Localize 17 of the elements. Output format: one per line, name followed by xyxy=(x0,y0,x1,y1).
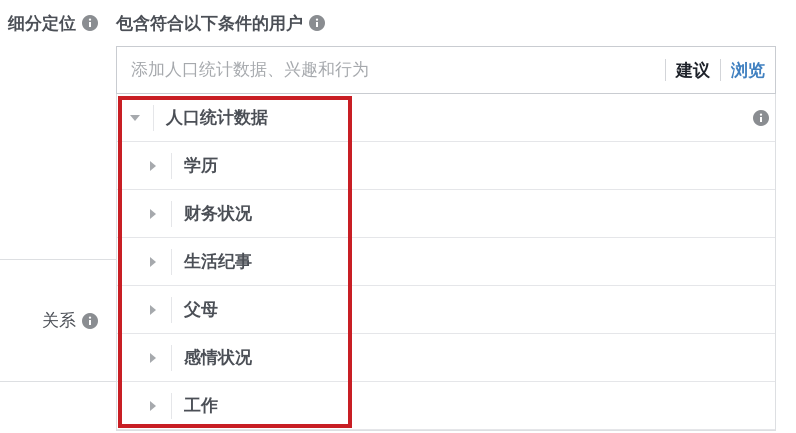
search-field[interactable]: 添加人口统计数据、兴趣和行为 建议 浏览 xyxy=(116,46,776,94)
tree-item[interactable]: 工作 xyxy=(117,382,775,430)
tree-item[interactable]: 父母 xyxy=(117,286,775,334)
relationship-label: 关系 xyxy=(42,310,76,332)
criteria-label: 包含符合以下条件的用户 xyxy=(116,12,303,34)
tab[interactable]: 浏览 xyxy=(731,58,765,82)
section-label: 细分定位 xyxy=(8,12,76,34)
tab[interactable]: 建议 xyxy=(676,58,710,82)
tree-item[interactable]: 人口统计数据 xyxy=(117,94,775,142)
tree-item[interactable]: 感情状况 xyxy=(117,334,775,382)
info-icon[interactable] xyxy=(309,15,325,31)
tree-item[interactable]: 生活纪事 xyxy=(117,238,775,286)
tree-item[interactable]: 财务状况 xyxy=(117,190,775,238)
info-icon[interactable] xyxy=(753,110,769,126)
info-icon[interactable] xyxy=(82,15,98,31)
info-icon[interactable] xyxy=(82,312,98,328)
tree-item[interactable]: 学历 xyxy=(117,142,775,190)
